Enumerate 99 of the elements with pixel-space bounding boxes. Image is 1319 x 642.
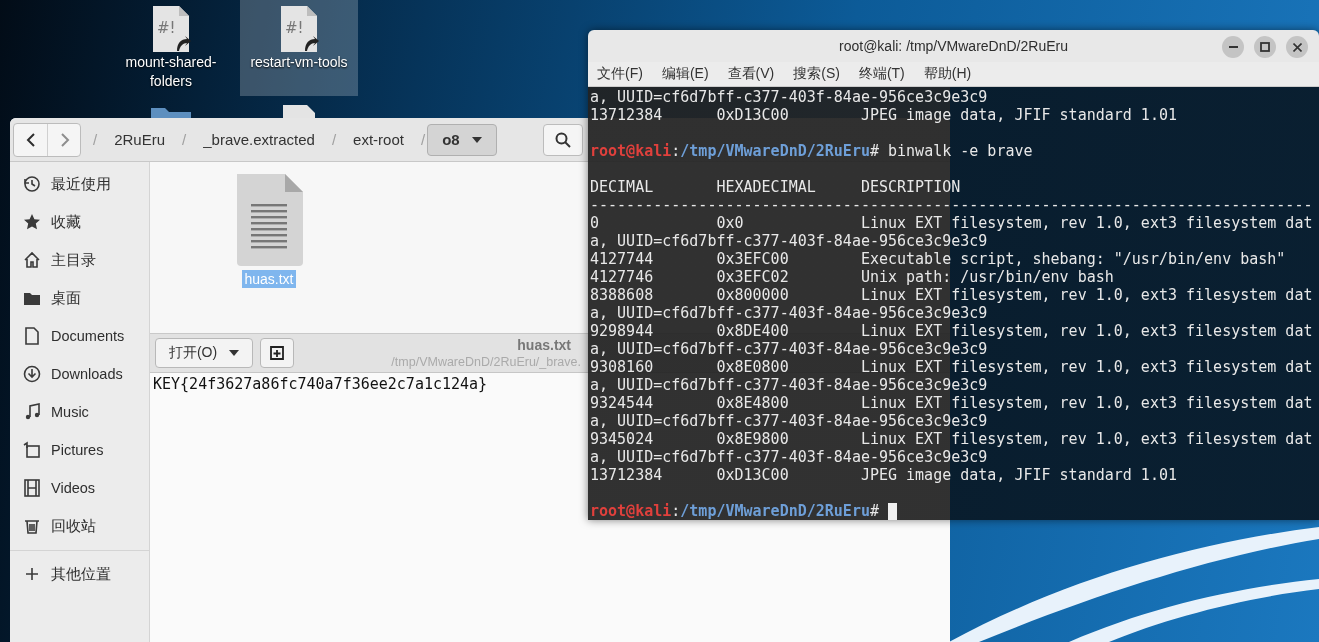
desktop-icon[interactable]: #! restart-vm-tools [240,0,358,96]
terminal-cell-text: 0x3EFC00 [716,250,790,268]
terminal-cell-text: 0x3EFC02 [716,268,790,286]
terminal-cell-text: 0x8DE400 [716,322,790,340]
terminal-line: -------------------------------------------------------------------------------- [590,196,1314,214]
path-separator: / [330,131,338,148]
path-segment[interactable]: ext-root [338,123,419,156]
clock-icon [23,175,41,193]
star-icon [23,213,41,231]
menu-item[interactable]: 文件(F) [592,65,648,83]
maximize-icon [1260,42,1270,52]
terminal-cell-text: Linux EXT filesystem, rev 1.0, ext3 filesystem dat [860,358,1314,376]
minimize-icon [1228,46,1238,48]
terminal-cell-text: Linux EXT filesystem, rev 1.0, ext3 filesystem dat [860,214,1314,232]
terminal-cell-text: 0 [590,214,601,232]
window-title: root@kali: /tmp/VMwareDnD/2RuEru [839,38,1068,54]
terminal-cell-text: 13712384 [590,466,664,484]
sidebar-item[interactable]: 桌面 [10,279,149,317]
menu-item[interactable]: 编辑(E) [656,65,714,83]
terminal-cell-text: JPEG image data, JFIF standard 1.01 [860,106,1178,124]
sidebar-item[interactable]: Pictures [10,431,149,469]
search-button[interactable] [542,123,583,156]
sidebar-item[interactable]: 回收站 [10,507,149,545]
sidebar-item[interactable]: 主目录 [10,241,149,279]
new-document-icon [269,345,285,361]
music-note-icon [23,403,41,421]
home-icon [23,251,41,269]
terminal-cell-text: 0x8E0800 [716,358,790,376]
terminal-cell-text: Linux EXT filesystem, rev 1.0, ext3 filesystem dat [860,394,1314,412]
window-title: huas.txt [517,336,572,354]
terminal-cell-text: DESCRIPTION [860,178,962,196]
path-separator: / [92,131,99,148]
file-path: /tmp/VMwareDnD/2RuEru/_brave. [391,353,581,370]
terminal-cell-text: 13712384 [590,106,664,124]
terminal-cell-text: JPEG image data, JFIF standard 1.01 [860,466,1178,484]
terminal-line: a, UUID=cf6d7bff-c377-403f-84ae-956ce3c9e3c9 [590,448,989,466]
terminal-cell-text: 0x800000 [716,286,790,304]
script-file-icon: #! [279,5,319,53]
terminal-cell-text: 0x0 [716,214,745,232]
terminal-cell-text: 0xD13C00 [716,106,790,124]
film-icon [23,479,41,497]
sidebar-item[interactable]: Videos [10,469,149,507]
document-text: KEY{24f3627a86fc740a7f36ee2c7a1c124a} [153,375,488,393]
sidebar-item[interactable]: 收藏 [10,203,149,241]
script-file-icon: #! [151,5,191,53]
search-icon [554,131,571,148]
picture-frame-icon [23,441,41,459]
terminal-line: a, UUID=cf6d7bff-c377-403f-84ae-956ce3c9e3c9 [590,232,989,250]
minimize-button[interactable] [1222,36,1244,58]
terminal-cell-text: Linux EXT filesystem, rev 1.0, ext3 filesystem dat [860,430,1314,448]
caret-icon [229,350,240,356]
terminal-line: a, UUID=cf6d7bff-c377-403f-84ae-956ce3c9e3c9 [590,340,989,358]
path-segment[interactable]: _brave.extracted [188,123,330,156]
terminal-cell-text: 4127746 [590,268,655,286]
terminal-cell-text: Linux EXT filesystem, rev 1.0, ext3 filesystem dat [860,286,1314,304]
desktop-icon[interactable]: #! mount-shared-folders [112,0,230,96]
path-segment[interactable]: o8 [427,123,497,156]
terminal-cell-text: 9308160 [590,358,655,376]
terminal-cell-text: Linux EXT filesystem, rev 1.0, ext3 filesystem dat [860,322,1314,340]
terminal-cell-text: 0xD13C00 [716,466,790,484]
terminal-line: a, UUID=cf6d7bff-c377-403f-84ae-956ce3c9e3c9 [590,304,989,322]
terminal-cell-text: 0x8E4800 [716,394,790,412]
trash-icon [23,517,41,535]
menu-item[interactable]: 帮助(H) [918,65,977,83]
terminal-cell-text: Executable script, shebang: "/usr/bin/env bash" [860,250,1287,268]
sidebar-item[interactable]: Music [10,393,149,431]
menu-item[interactable]: 查看(V) [722,65,780,83]
terminal-cell-text: Unix path: /usr/bin/env bash [860,268,1115,286]
terminal-cell-text: 0x8E9800 [716,430,790,448]
caret-icon [471,136,482,143]
shell-prompt: root@kali:/tmp/VMwareDnD/2RuEru# [590,502,879,520]
path-separator: / [419,131,427,148]
open-button[interactable]: 打开(O) [155,338,253,368]
menu-item[interactable]: 终端(T) [853,65,910,83]
terminal-cell-text: 4127744 [590,250,655,268]
close-button[interactable] [1286,36,1308,58]
terminal-cell-text: 9324544 [590,394,655,412]
close-icon [1292,42,1302,52]
terminal-cell-text: HEXADECIMAL [716,178,817,196]
menu-item[interactable]: 搜索(S) [788,65,845,83]
terminal-cell-text: 8388608 [590,286,655,304]
terminal-line: a, UUID=cf6d7bff-c377-403f-84ae-956ce3c9e3c9 [590,376,989,394]
sidebar-item[interactable]: Downloads [10,355,149,393]
plus-icon [23,565,41,583]
path-separator: / [181,131,188,148]
sidebar-item[interactable]: Documents [10,317,149,355]
sidebar-item[interactable]: 其他位置 [10,550,149,597]
new-document-button[interactable] [260,338,294,368]
path-segment[interactable]: 2RuEru [99,123,181,156]
terminal-line: a, UUID=cf6d7bff-c377-403f-84ae-956ce3c9e3c9 [590,412,989,430]
terminal-cell-text: 9298944 [590,322,655,340]
sidebar-item[interactable]: 最近使用 [10,165,149,203]
document-icon [23,327,41,345]
terminal-line: a, UUID=cf6d7bff-c377-403f-84ae-956ce3c9e3c9 [590,88,989,106]
terminal-cell-text: 9345024 [590,430,655,448]
shell-prompt: root@kali:/tmp/VMwareDnD/2RuEru# binwalk -e brave [590,142,1033,160]
terminal-cell-text: DECIMAL [590,178,655,196]
download-icon [23,365,41,383]
maximize-button[interactable] [1254,36,1276,58]
